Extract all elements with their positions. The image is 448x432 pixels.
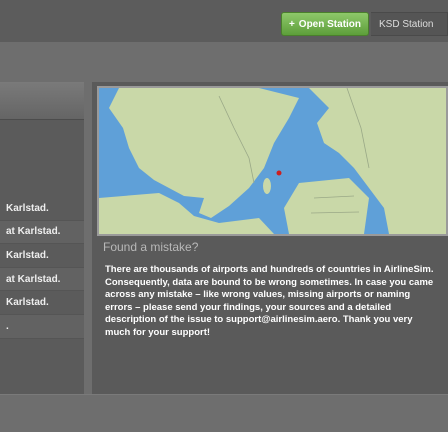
list-item-text: Karlstad. — [6, 249, 49, 261]
ksd-station-label: KSD Station — [379, 18, 434, 30]
left-panel-header — [0, 82, 84, 120]
list-item-text: at Karlstad. — [6, 226, 61, 238]
list-item-text: at Karlstad. — [6, 273, 61, 285]
mistake-heading: Found a mistake? — [103, 240, 199, 254]
list-item-text: Karlstad. — [6, 297, 49, 309]
map-graphic — [99, 88, 446, 234]
mistake-message: There are thousands of airports and hund… — [99, 264, 444, 339]
land-gotland — [263, 178, 271, 194]
open-station-button[interactable]: + Open Station — [281, 12, 369, 36]
list-item[interactable]: Karlstad. — [0, 197, 84, 221]
ksd-station-tab[interactable]: KSD Station — [371, 12, 448, 36]
bottom-strip — [0, 394, 448, 432]
left-list: Karlstad. at Karlstad. Karlstad. at Karl… — [0, 197, 84, 339]
list-item[interactable]: at Karlstad. — [0, 220, 84, 245]
list-item[interactable]: Karlstad. — [0, 291, 84, 315]
list-item[interactable]: Karlstad. — [0, 244, 84, 268]
plus-icon: + — [288, 18, 295, 30]
airport-marker[interactable] — [276, 170, 282, 176]
open-station-label: Open Station — [298, 18, 362, 30]
station-map[interactable] — [97, 86, 448, 236]
list-item[interactable]: at Karlstad. — [0, 267, 84, 292]
list-item-text: Karlstad. — [6, 202, 49, 214]
list-item-text: . — [6, 320, 9, 332]
support-email-link[interactable]: support@airlinesim.aero — [226, 314, 338, 325]
list-item[interactable]: . — [0, 314, 84, 339]
